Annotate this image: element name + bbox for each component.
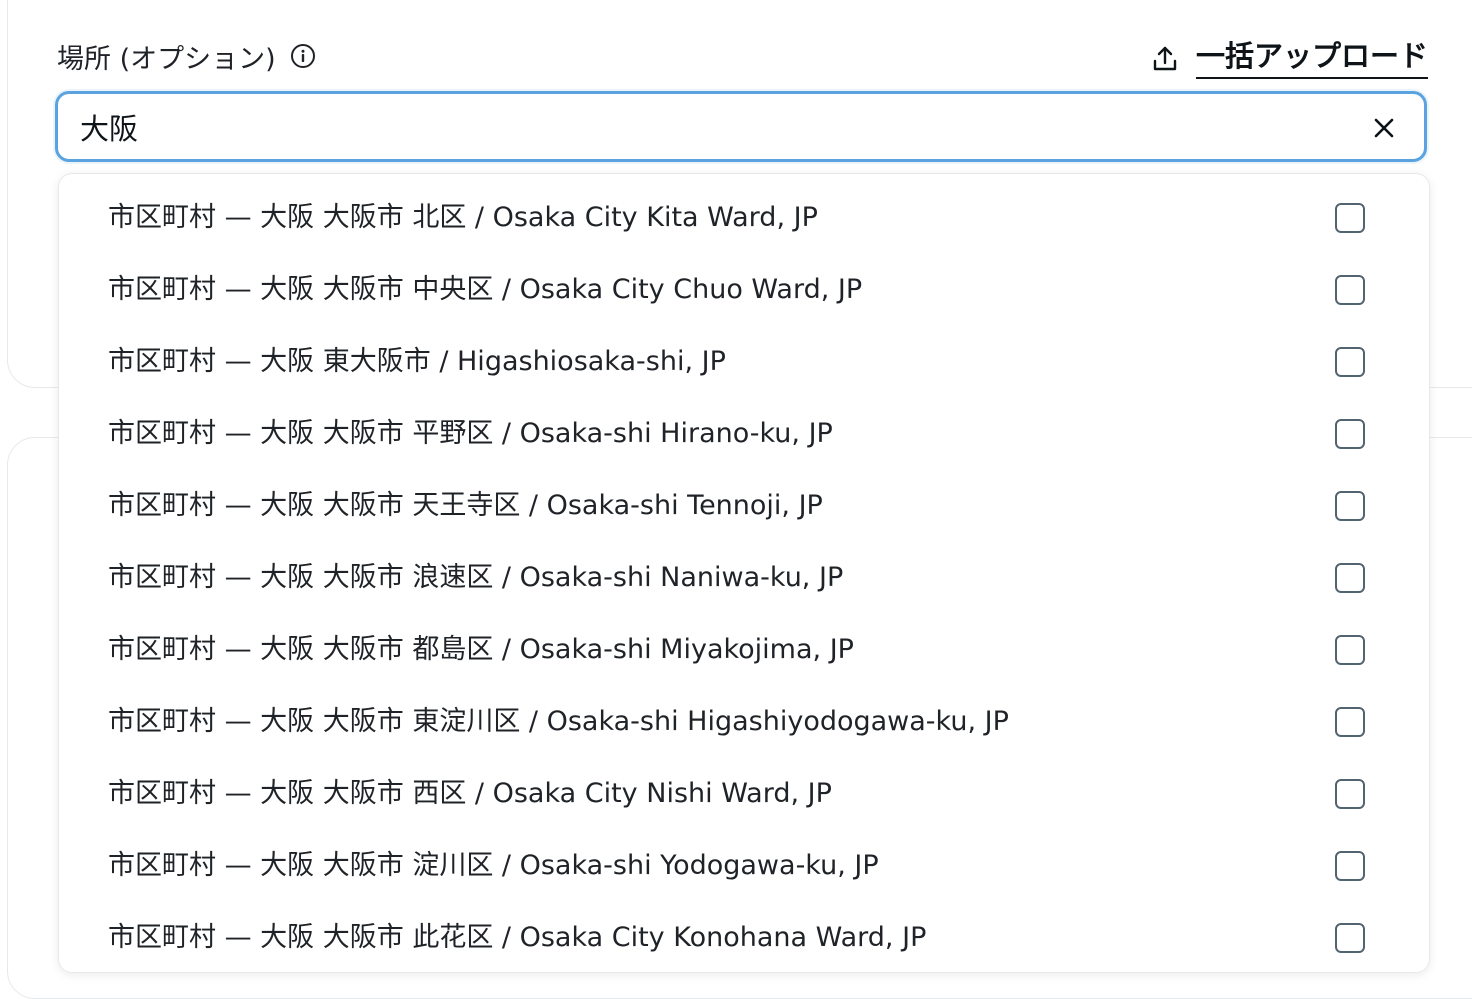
location-option-label: 市区町村 — 大阪 大阪市 淀川区 / Osaka-shi Yodogawa-k… xyxy=(108,850,879,881)
location-option-label: 市区町村 — 大阪 大阪市 東淀川区 / Osaka-shi Higashiyo… xyxy=(108,706,1009,737)
location-option-label: 市区町村 — 大阪 大阪市 西区 / Osaka City Nishi Ward… xyxy=(108,778,832,809)
info-icon[interactable] xyxy=(290,43,316,69)
location-option[interactable]: 市区町村 — 大阪 大阪市 浪速区 / Osaka-shi Naniwa-ku,… xyxy=(59,542,1429,614)
location-search-input[interactable] xyxy=(80,102,1340,152)
location-option[interactable]: 市区町村 — 大阪 大阪市 北区 / Osaka City Kita Ward,… xyxy=(59,182,1429,254)
location-option[interactable]: 市区町村 — 大阪 大阪市 平野区 / Osaka-shi Hirano-ku,… xyxy=(59,398,1429,470)
location-option-checkbox[interactable] xyxy=(1335,563,1365,593)
location-field-label: 場所 (オプション) xyxy=(57,43,276,75)
location-option[interactable]: 市区町村 — 大阪 大阪市 此花区 / Osaka City Konohana … xyxy=(59,902,1429,972)
location-option[interactable]: 市区町村 — 大阪 東大阪市 / Higashiosaka-shi, JP xyxy=(59,326,1429,398)
location-option-checkbox[interactable] xyxy=(1335,347,1365,377)
location-option-checkbox[interactable] xyxy=(1335,419,1365,449)
location-option-label: 市区町村 — 大阪 大阪市 此花区 / Osaka City Konohana … xyxy=(108,922,927,953)
location-option-checkbox[interactable] xyxy=(1335,275,1365,305)
location-option-label: 市区町村 — 大阪 大阪市 都島区 / Osaka-shi Miyakojima… xyxy=(108,634,854,665)
location-option-checkbox[interactable] xyxy=(1335,635,1365,665)
location-option[interactable]: 市区町村 — 大阪 大阪市 淀川区 / Osaka-shi Yodogawa-k… xyxy=(59,830,1429,902)
bulk-upload-label: 一括アップロード xyxy=(1195,38,1428,79)
location-search-box xyxy=(55,91,1427,162)
close-icon[interactable] xyxy=(1372,116,1396,140)
location-option-checkbox[interactable] xyxy=(1335,851,1365,881)
bulk-upload-link[interactable]: 一括アップロード xyxy=(1150,38,1428,79)
location-option-label: 市区町村 — 大阪 大阪市 天王寺区 / Osaka-shi Tennoji, … xyxy=(108,490,823,521)
location-option-label: 市区町村 — 大阪 大阪市 浪速区 / Osaka-shi Naniwa-ku,… xyxy=(108,562,844,593)
location-option[interactable]: 市区町村 — 大阪 大阪市 中央区 / Osaka City Chuo Ward… xyxy=(59,254,1429,326)
location-option-label: 市区町村 — 大阪 大阪市 平野区 / Osaka-shi Hirano-ku,… xyxy=(108,418,833,449)
location-option-checkbox[interactable] xyxy=(1335,779,1365,809)
location-option[interactable]: 市区町村 — 大阪 大阪市 西区 / Osaka City Nishi Ward… xyxy=(59,758,1429,830)
upload-icon xyxy=(1150,44,1180,74)
location-field-header: 場所 (オプション) xyxy=(57,36,316,76)
location-option-label: 市区町村 — 大阪 東大阪市 / Higashiosaka-shi, JP xyxy=(108,346,726,377)
location-suggestions-dropdown: 市区町村 — 大阪 大阪市 北区 / Osaka City Kita Ward,… xyxy=(58,173,1430,973)
location-option-label: 市区町村 — 大阪 大阪市 北区 / Osaka City Kita Ward,… xyxy=(108,202,818,233)
location-option-checkbox[interactable] xyxy=(1335,707,1365,737)
location-option-checkbox[interactable] xyxy=(1335,491,1365,521)
location-option[interactable]: 市区町村 — 大阪 大阪市 都島区 / Osaka-shi Miyakojima… xyxy=(59,614,1429,686)
location-option-label: 市区町村 — 大阪 大阪市 中央区 / Osaka City Chuo Ward… xyxy=(108,274,863,305)
location-option[interactable]: 市区町村 — 大阪 大阪市 東淀川区 / Osaka-shi Higashiyo… xyxy=(59,686,1429,758)
location-option-checkbox[interactable] xyxy=(1335,923,1365,953)
location-option-checkbox[interactable] xyxy=(1335,203,1365,233)
location-option[interactable]: 市区町村 — 大阪 大阪市 天王寺区 / Osaka-shi Tennoji, … xyxy=(59,470,1429,542)
